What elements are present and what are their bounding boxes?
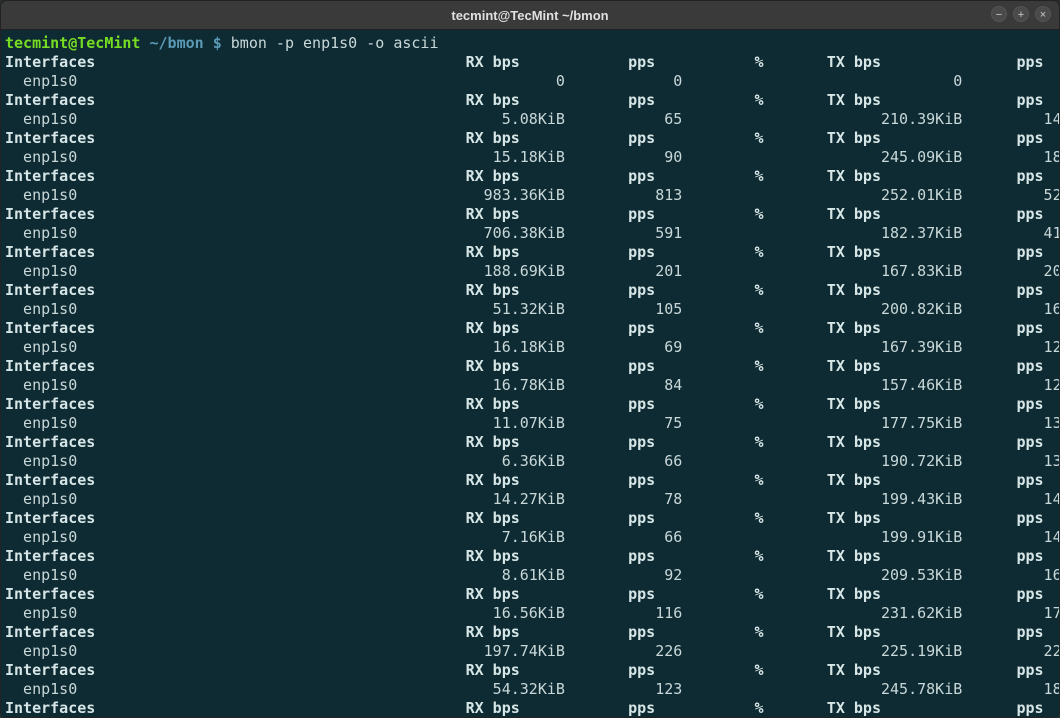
column-header: Interfaces RX bps pps % TX bps pps % (5, 395, 1055, 414)
column-header: Interfaces RX bps pps % TX bps pps % (5, 433, 1055, 452)
column-header: Interfaces RX bps pps % TX bps pps % (5, 509, 1055, 528)
prompt-path: ~/bmon (150, 34, 204, 52)
interface-row: enp1s0 16.18KiB 69 167.39KiB 122 (5, 338, 1055, 357)
interface-row: enp1s0 5.08KiB 65 210.39KiB 148 (5, 110, 1055, 129)
window-title: tecmint@TecMint ~/bmon (451, 8, 608, 23)
interface-row: enp1s0 14.27KiB 78 199.43KiB 148 (5, 490, 1055, 509)
prompt-user: tecmint@TecMint (5, 34, 140, 52)
column-header: Interfaces RX bps pps % TX bps pps % (5, 357, 1055, 376)
minimize-button[interactable]: − (991, 6, 1007, 22)
maximize-button[interactable]: + (1013, 6, 1029, 22)
command-text: bmon -p enp1s0 -o ascii (231, 34, 439, 52)
column-header: Interfaces RX bps pps % TX bps pps % (5, 281, 1055, 300)
interface-row: enp1s0 15.18KiB 90 245.09KiB 182 (5, 148, 1055, 167)
interface-row: enp1s0 983.36KiB 813 252.01KiB 527 (5, 186, 1055, 205)
prompt-line: tecmint@TecMint ~/bmon $ bmon -p enp1s0 … (5, 34, 1055, 53)
interface-row: enp1s0 11.07KiB 75 177.75KiB 132 (5, 414, 1055, 433)
interface-row: enp1s0 6.36KiB 66 190.72KiB 139 (5, 452, 1055, 471)
column-header: Interfaces RX bps pps % TX bps pps % (5, 53, 1055, 72)
column-header: Interfaces RX bps pps % TX bps pps % (5, 243, 1055, 262)
column-header: Interfaces RX bps pps % TX bps pps % (5, 661, 1055, 680)
close-button[interactable]: × (1035, 6, 1051, 22)
terminal-body[interactable]: tecmint@TecMint ~/bmon $ bmon -p enp1s0 … (1, 30, 1059, 717)
column-header: Interfaces RX bps pps % TX bps pps % (5, 547, 1055, 566)
interface-row: enp1s0 7.16KiB 66 199.91KiB 142 (5, 528, 1055, 547)
column-header: Interfaces RX bps pps % TX bps pps % (5, 585, 1055, 604)
interface-row: enp1s0 706.38KiB 591 182.37KiB 410 (5, 224, 1055, 243)
window-controls: − + × (991, 6, 1051, 22)
column-header: Interfaces RX bps pps % TX bps pps % (5, 623, 1055, 642)
interface-row: enp1s0 16.56KiB 116 231.62KiB 173 (5, 604, 1055, 623)
column-header: Interfaces RX bps pps % TX bps pps % (5, 167, 1055, 186)
column-header: Interfaces RX bps pps % TX bps pps % (5, 699, 1055, 717)
column-header: Interfaces RX bps pps % TX bps pps % (5, 129, 1055, 148)
interface-row: enp1s0 8.61KiB 92 209.53KiB 165 (5, 566, 1055, 585)
column-header: Interfaces RX bps pps % TX bps pps % (5, 91, 1055, 110)
column-header: Interfaces RX bps pps % TX bps pps % (5, 205, 1055, 224)
titlebar[interactable]: tecmint@TecMint ~/bmon − + × (1, 1, 1059, 30)
terminal-window: tecmint@TecMint ~/bmon − + × tecmint@Tec… (0, 0, 1060, 718)
column-header: Interfaces RX bps pps % TX bps pps % (5, 471, 1055, 490)
interface-row: enp1s0 16.78KiB 84 157.46KiB 121 (5, 376, 1055, 395)
prompt-symbol: $ (213, 34, 222, 52)
interface-row: enp1s0 54.32KiB 123 245.78KiB 188 (5, 680, 1055, 699)
interface-row: enp1s0 188.69KiB 201 167.83KiB 200 (5, 262, 1055, 281)
interface-row: enp1s0 51.32KiB 105 200.82KiB 161 (5, 300, 1055, 319)
interface-row: enp1s0 197.74KiB 226 225.19KiB 224 (5, 642, 1055, 661)
interface-row: enp1s0 0 0 0 0 (5, 72, 1055, 91)
column-header: Interfaces RX bps pps % TX bps pps % (5, 319, 1055, 338)
